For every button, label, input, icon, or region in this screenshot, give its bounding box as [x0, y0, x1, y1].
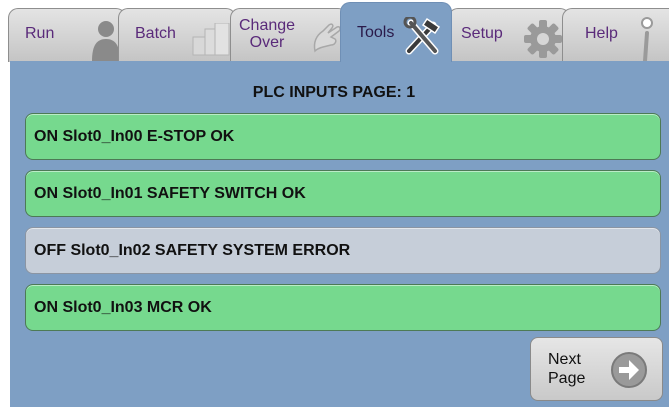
plc-input-row[interactable]: ON Slot0_In00 E-STOP OK [25, 113, 661, 160]
next-page-button[interactable]: Next Page [530, 337, 663, 401]
next-page-label: Next Page [548, 351, 586, 387]
tab-changeover[interactable]: Change Over [230, 8, 348, 62]
tab-setup-label: Setup [461, 25, 503, 42]
arrow-right-circle-icon [611, 352, 647, 388]
info-icon [641, 17, 653, 63]
tab-setup[interactable]: Setup [448, 8, 570, 62]
tab-help-label: Help [585, 25, 618, 42]
hand-icon [313, 23, 341, 53]
tools-panel: PLC INPUTS PAGE: 1 ON Slot0_In00 E-STOP … [10, 61, 669, 407]
plc-input-row[interactable]: ON Slot0_In01 SAFETY SWITCH OK [25, 170, 661, 217]
tab-batch-label: Batch [135, 25, 176, 42]
gear-icon [524, 20, 562, 58]
plc-input-row[interactable]: OFF Slot0_In02 SAFETY SYSTEM ERROR [25, 227, 661, 274]
tab-bar: Run Batch Change Over Tools Setup Help [0, 0, 669, 63]
tab-batch[interactable]: Batch [118, 8, 236, 62]
plc-input-label: OFF Slot0_In02 SAFETY SYSTEM ERROR [34, 241, 351, 259]
plc-input-label: ON Slot0_In01 SAFETY SWITCH OK [34, 184, 306, 202]
plc-input-row[interactable]: ON Slot0_In03 MCR OK [25, 284, 661, 331]
tab-tools-label: Tools [357, 24, 395, 41]
boxes-icon [192, 23, 230, 56]
plc-input-label: ON Slot0_In03 MCR OK [34, 298, 212, 316]
page-title: PLC INPUTS PAGE: 1 [252, 84, 416, 101]
tab-help[interactable]: Help [562, 8, 669, 63]
hammer-wrench-icon [403, 17, 441, 55]
tab-tools[interactable]: Tools [340, 2, 452, 62]
plc-input-label: ON Slot0_In00 E-STOP OK [34, 127, 235, 145]
tab-changeover-label: Change Over [238, 16, 296, 51]
tab-run[interactable]: Run [8, 8, 126, 62]
tab-run-label: Run [25, 25, 55, 42]
